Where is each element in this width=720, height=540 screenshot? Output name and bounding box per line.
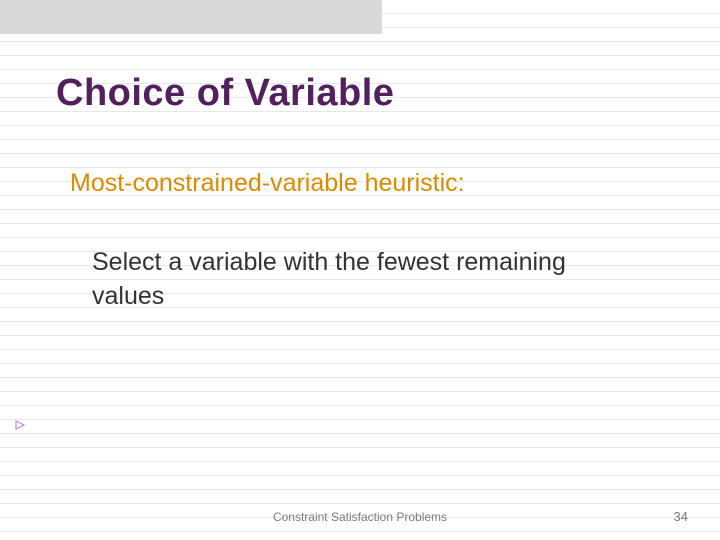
slide-title: Choice of Variable: [0, 72, 720, 115]
slide-content: Choice of Variable Most-constrained-vari…: [0, 0, 720, 314]
page-number: 34: [674, 509, 688, 524]
heuristic-heading: Most-constrained-variable heuristic:: [0, 169, 720, 198]
body-text: Select a variable with the fewest remain…: [0, 246, 720, 314]
footer-text: Constraint Satisfaction Problems: [0, 510, 720, 524]
decorative-mark-icon: [15, 420, 25, 430]
